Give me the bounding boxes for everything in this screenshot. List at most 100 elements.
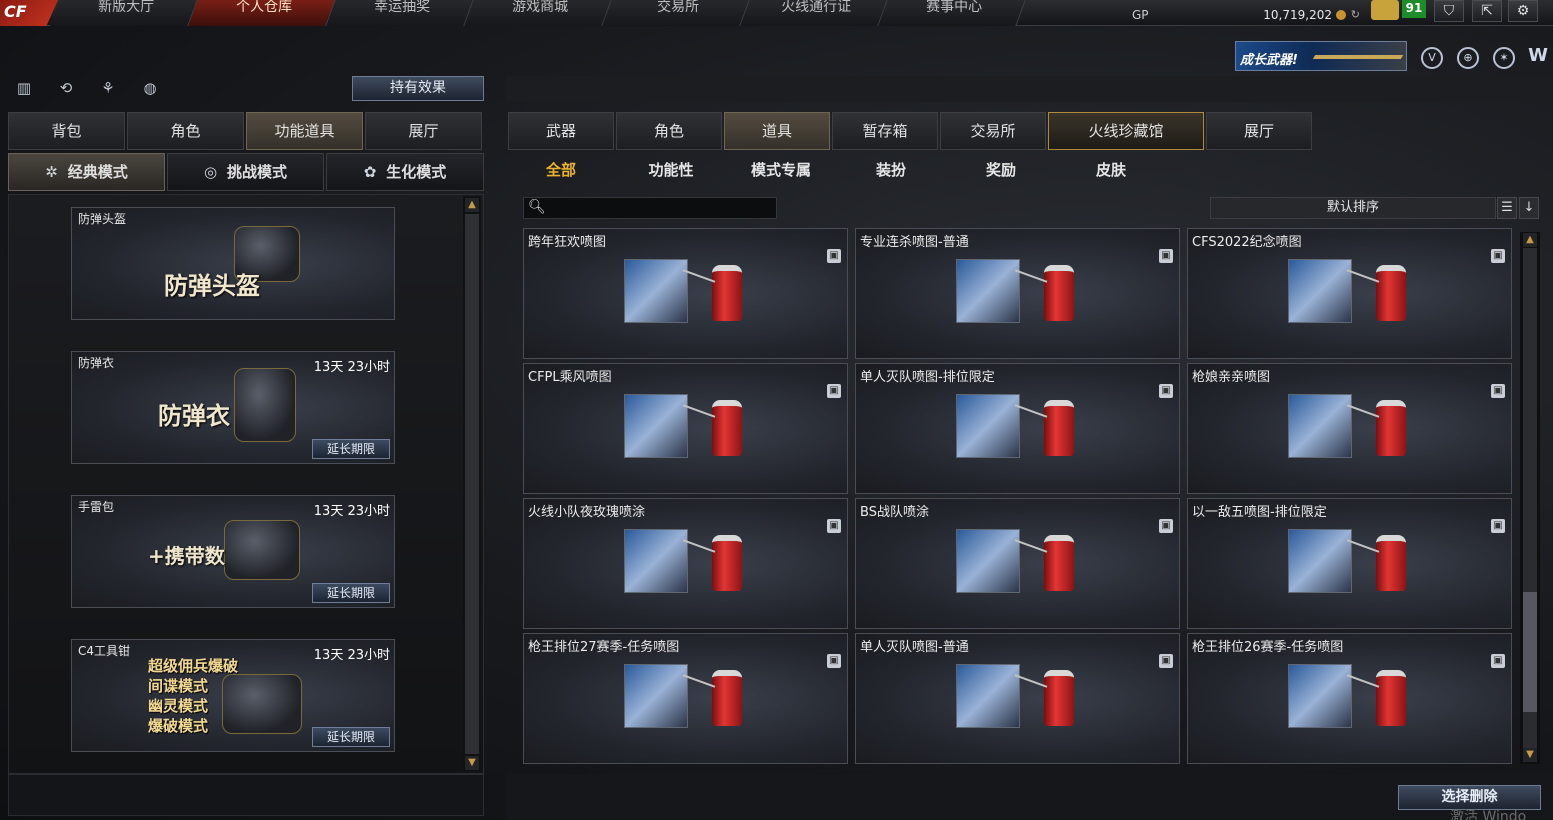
spray-card[interactable]: 枪娘亲亲喷图 ▣: [1187, 363, 1512, 494]
item-helmet[interactable]: 防弹头盔 防弹头盔: [71, 207, 395, 320]
spray-card[interactable]: 单人灭队喷图-排位限定 ▣: [855, 363, 1180, 494]
exit-icon[interactable]: ⇱: [1472, 0, 1502, 22]
subtab-cosmetic[interactable]: 装扮: [836, 152, 946, 188]
mode-classic[interactable]: ✲ 经典模式: [8, 153, 165, 191]
item-c4-pliers[interactable]: C4工具钳 13天 23小时 超级佣兵爆破 间谍模式 幽灵模式 爆破模式 延长期…: [71, 639, 395, 752]
stats-icon[interactable]: ▥: [12, 76, 36, 100]
trash-icon[interactable]: ▣: [1159, 654, 1173, 668]
trash-icon[interactable]: ▣: [827, 384, 841, 398]
item-vest[interactable]: 防弹衣 13天 23小时 防弹衣 延长期限: [71, 351, 395, 464]
item-list: 防弹头盔 防弹头盔 防弹衣 13天 23小时 防弹衣 延长期限 手雷包 13天 …: [8, 194, 484, 774]
trash-icon[interactable]: ▣: [1491, 654, 1505, 668]
nav-lottery[interactable]: 幸运抽奖: [326, 0, 474, 26]
activation-watermark: 激活 Windo: [1450, 809, 1527, 820]
tab-roles[interactable]: 角色: [616, 112, 722, 150]
v-emblem-icon[interactable]: V: [1421, 47, 1443, 69]
sort-arrow-icon[interactable]: ↓: [1519, 197, 1539, 219]
spray-image: [956, 664, 1020, 728]
spray-image: [624, 664, 688, 728]
sort-dropdown[interactable]: 默认排序: [1210, 197, 1496, 219]
trash-icon[interactable]: ▣: [1491, 519, 1505, 533]
cf-logo[interactable]: CF: [0, 0, 58, 26]
list-view-icon[interactable]: ☰: [1497, 197, 1517, 219]
mode-challenge[interactable]: ◎ 挑战模式: [167, 153, 324, 191]
nav-events[interactable]: 赛事中心: [878, 0, 1026, 26]
mode-zombie[interactable]: ✿ 生化模式: [326, 153, 484, 191]
spray-card[interactable]: 专业连杀喷图-普通 ▣: [855, 228, 1180, 359]
scroll-thumb[interactable]: [1523, 592, 1537, 712]
trash-icon[interactable]: ▣: [1491, 384, 1505, 398]
nav-lobby[interactable]: 新版大厅: [50, 0, 198, 26]
tab-character[interactable]: 角色: [127, 112, 244, 150]
spray-card[interactable]: 单人灭队喷图-普通 ▣: [855, 633, 1180, 764]
growth-weapon-banner[interactable]: 成长武器!: [1235, 41, 1407, 71]
trash-icon[interactable]: ▣: [827, 519, 841, 533]
tab-backpack[interactable]: 背包: [8, 112, 125, 150]
spray-card[interactable]: 枪王排位27赛季-任务喷图 ▣: [523, 633, 848, 764]
card-title: BS战队喷涂: [860, 505, 929, 520]
level-badge: 91: [1402, 0, 1426, 18]
spray-card[interactable]: 以一敌五喷图-排位限定 ▣: [1187, 498, 1512, 629]
c4-mode-list: 超级佣兵爆破 间谍模式 幽灵模式 爆破模式: [148, 657, 239, 735]
subtab-rewards[interactable]: 奖励: [946, 152, 1056, 188]
crosshair-icon[interactable]: ⊕: [1457, 47, 1479, 69]
item-grenade-pack[interactable]: 手雷包 13天 23小时 +携带数 延长期限: [71, 495, 395, 608]
trash-icon[interactable]: ▣: [1159, 519, 1173, 533]
spray-can-icon: [1346, 535, 1406, 591]
history-icon[interactable]: ⟲: [54, 76, 78, 100]
card-title: CFS2022纪念喷图: [1192, 235, 1302, 250]
scroll-up-icon[interactable]: ▲: [1523, 233, 1537, 247]
spray-card[interactable]: 枪王排位26赛季-任务喷图 ▣: [1187, 633, 1512, 764]
subtab-all[interactable]: 全部: [506, 152, 616, 188]
tab-items[interactable]: 道具: [724, 112, 830, 150]
w-logo-icon[interactable]: W: [1527, 47, 1549, 69]
nav-exchange[interactable]: 交易所: [602, 0, 750, 26]
trash-icon[interactable]: ▣: [1159, 384, 1173, 398]
scroll-up-icon[interactable]: ▲: [465, 198, 479, 212]
right-scrollbar[interactable]: ▲ ▼: [1520, 232, 1540, 764]
extend-button[interactable]: 延长期限: [312, 583, 390, 603]
scroll-down-icon[interactable]: ▼: [465, 756, 479, 770]
nav-pass[interactable]: 火线通行证: [740, 0, 888, 26]
spray-card[interactable]: 跨年狂欢喷图 ▣: [523, 228, 848, 359]
extend-button[interactable]: 延长期限: [312, 727, 390, 747]
top-bar: CF 新版大厅 个人仓库 幸运抽奖 游戏商城 交易所 火线通行证 赛事中心 GP…: [0, 0, 1553, 26]
right-header-strip: [506, 76, 1553, 102]
trash-icon[interactable]: ▣: [1159, 249, 1173, 263]
mode-tabs: ✲ 经典模式 ◎ 挑战模式 ✿ 生化模式: [8, 153, 484, 191]
spark-icon[interactable]: ✶: [1493, 47, 1515, 69]
refresh-icon[interactable]: ↻: [1351, 8, 1360, 21]
subtab-mode-exclusive[interactable]: 模式专属: [726, 152, 836, 188]
spray-card[interactable]: 火线小队夜玫瑰喷涂 ▣: [523, 498, 848, 629]
nav-shop[interactable]: 游戏商城: [464, 0, 612, 26]
spray-image: [956, 529, 1020, 593]
mouse-icon[interactable]: ◍: [138, 76, 162, 100]
trash-icon[interactable]: ▣: [827, 654, 841, 668]
trash-icon[interactable]: ▣: [827, 249, 841, 263]
search-input[interactable]: 🔍︎: [523, 197, 777, 219]
trash-icon[interactable]: ▣: [1491, 249, 1505, 263]
gp-currency: GP 10,719,202 ↻: [1132, 8, 1360, 22]
tab-exchange[interactable]: 交易所: [940, 112, 1046, 150]
right-footer: [506, 774, 1553, 820]
scroll-track[interactable]: [465, 214, 479, 754]
spray-card[interactable]: CFPL乘风喷图 ▣: [523, 363, 848, 494]
subtab-skins[interactable]: 皮肤: [1056, 152, 1166, 188]
shield-icon[interactable]: ⛉: [1434, 0, 1464, 22]
tab-storage[interactable]: 暂存箱: [832, 112, 938, 150]
extend-button[interactable]: 延长期限: [312, 439, 390, 459]
spray-card[interactable]: CFS2022纪念喷图 ▣: [1187, 228, 1512, 359]
settings-icon[interactable]: ⚙: [1508, 0, 1538, 22]
effects-button[interactable]: 持有效果: [352, 76, 484, 101]
tab-function-items[interactable]: 功能道具: [246, 112, 363, 150]
subtab-functional[interactable]: 功能性: [616, 152, 726, 188]
tab-weapons[interactable]: 武器: [508, 112, 614, 150]
nav-warehouse[interactable]: 个人仓库: [188, 0, 336, 26]
tab-right-showroom[interactable]: 展厅: [1206, 112, 1312, 150]
character-icon[interactable]: ⚘: [96, 76, 120, 100]
tab-collection[interactable]: 火线珍藏馆: [1048, 112, 1204, 150]
left-scrollbar[interactable]: ▲ ▼: [463, 196, 481, 772]
tab-showroom[interactable]: 展厅: [365, 112, 482, 150]
scroll-down-icon[interactable]: ▼: [1523, 748, 1537, 762]
spray-card[interactable]: BS战队喷涂 ▣: [855, 498, 1180, 629]
